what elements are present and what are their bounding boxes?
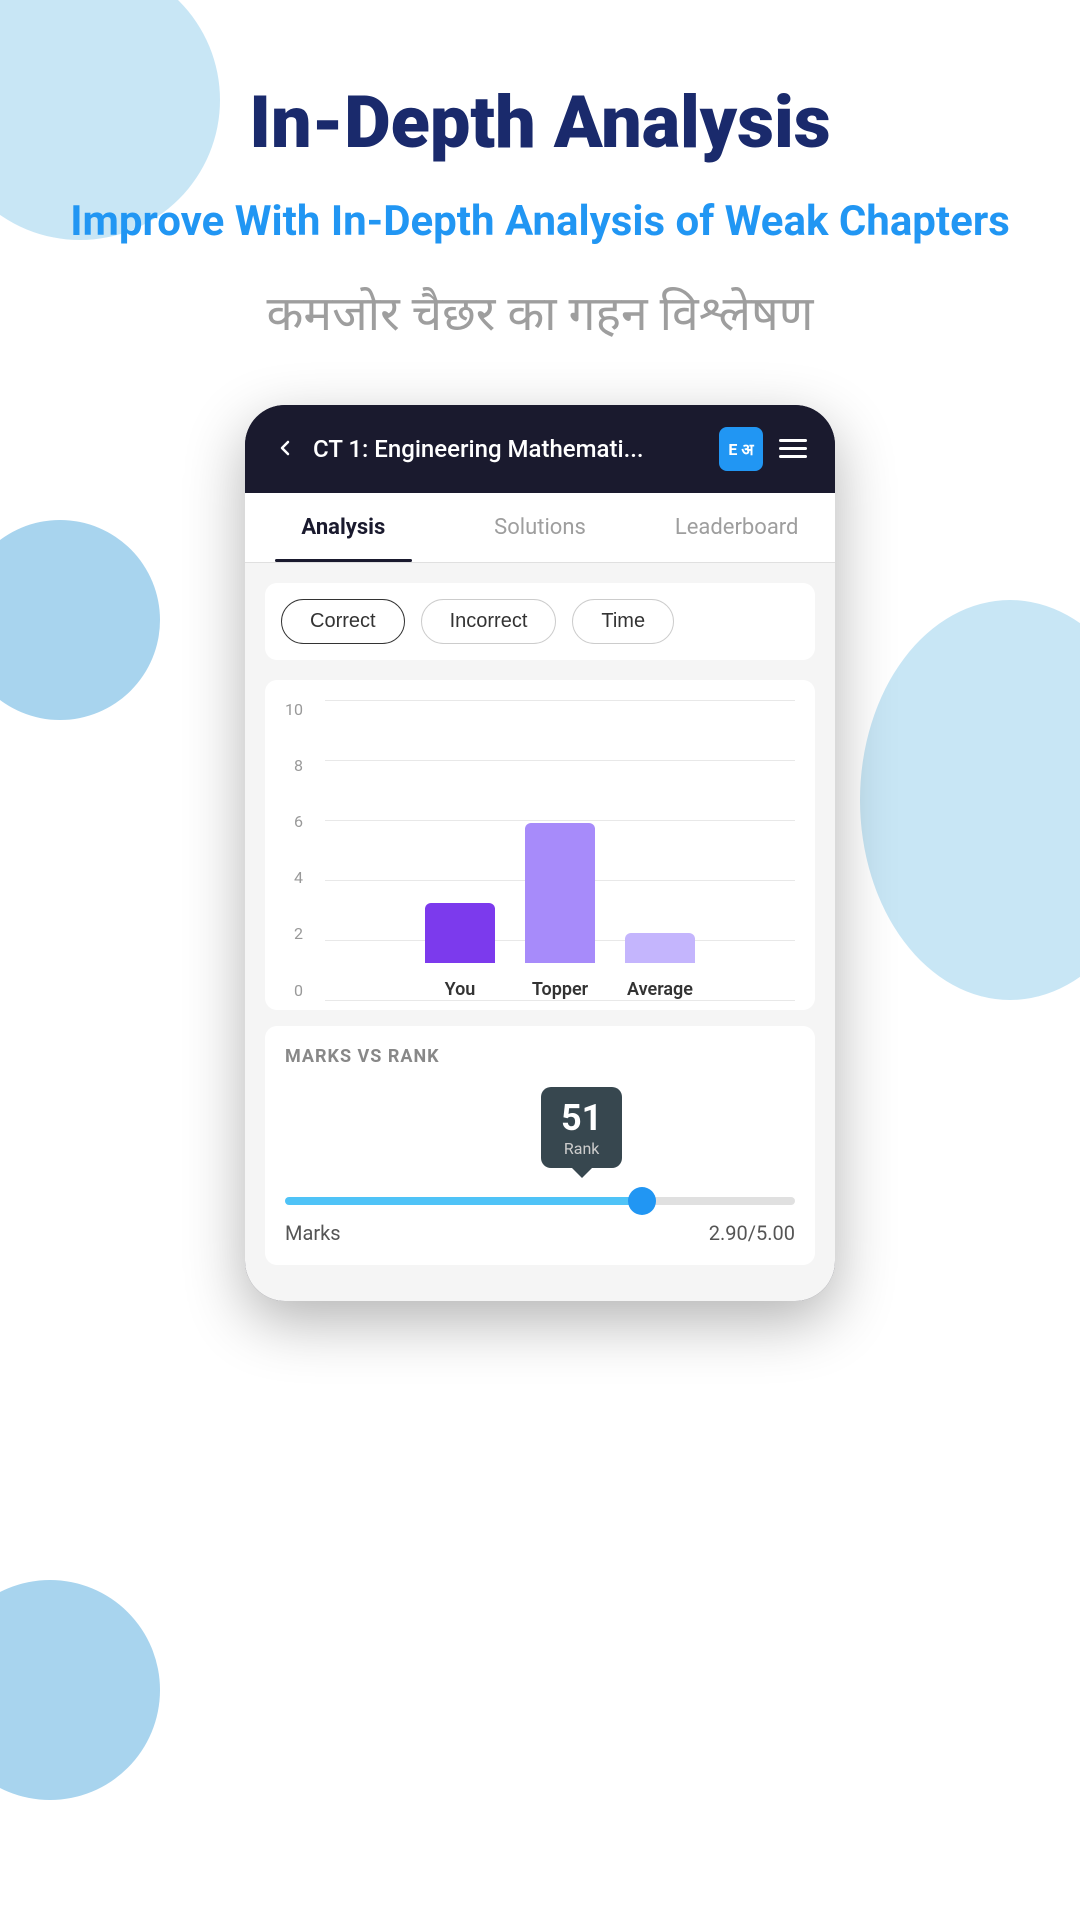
bar-average: Average: [625, 933, 695, 1000]
tab-solutions[interactable]: Solutions: [442, 493, 639, 562]
bar-you: You: [425, 903, 495, 1000]
filter-row: Correct Incorrect Time: [265, 583, 815, 660]
y-axis: 10 8 6 4 2 0: [285, 700, 311, 1000]
tab-leaderboard[interactable]: Leaderboard: [638, 493, 835, 562]
rank-label: Rank: [564, 1139, 600, 1158]
hindi-subtitle: कमजोर चैछर का गहन विश्लेषण: [267, 280, 814, 345]
y-label-4: 4: [294, 868, 303, 887]
bar-topper-label: Topper: [532, 979, 588, 1000]
bar-you-rect: [425, 903, 495, 963]
slider-container[interactable]: [285, 1197, 795, 1205]
bar-topper-rect: [525, 823, 595, 963]
y-label-10: 10: [285, 700, 303, 719]
main-title: In-Depth Analysis: [249, 80, 830, 165]
back-button[interactable]: [273, 430, 297, 468]
bar-topper: Topper: [525, 823, 595, 1000]
marks-label: Marks: [285, 1221, 341, 1245]
phone-header: CT 1: Engineering Mathemati... E अ: [245, 405, 835, 493]
app-icon: E अ: [719, 427, 763, 471]
marks-rank-title: MARKS VS RANK: [285, 1046, 795, 1067]
header-title: CT 1: Engineering Mathemati...: [313, 435, 703, 463]
rank-bubble: 51 Rank: [541, 1087, 622, 1168]
menu-button[interactable]: [779, 439, 807, 458]
chart-area: 10 8 6 4 2 0: [285, 700, 795, 1000]
bars-wrapper: You Topper Average: [325, 700, 795, 1000]
y-label-8: 8: [294, 756, 303, 775]
slider-thumb[interactable]: [628, 1187, 656, 1215]
y-label-6: 6: [294, 812, 303, 831]
tab-bar: Analysis Solutions Leaderboard: [245, 493, 835, 563]
phone-body: Correct Incorrect Time 10 8 6 4 2 0: [245, 563, 835, 1301]
filter-correct[interactable]: Correct: [281, 599, 405, 644]
bg-decoration-bottom-left: [0, 1580, 160, 1800]
subtitle: Improve With In-Depth Analysis of Weak C…: [10, 195, 1070, 250]
bar-average-label: Average: [627, 979, 693, 1000]
filter-incorrect[interactable]: Incorrect: [421, 599, 557, 644]
phone-mockup: CT 1: Engineering Mathemati... E अ Analy…: [245, 405, 835, 1301]
y-label-2: 2: [294, 924, 303, 943]
marks-rank-section: MARKS VS RANK 51 Rank: [265, 1026, 815, 1265]
filter-time[interactable]: Time: [572, 599, 674, 644]
y-label-0: 0: [294, 981, 303, 1000]
bar-you-label: You: [445, 979, 476, 1000]
marks-value: 2.90/5.00: [709, 1221, 795, 1245]
bar-average-rect: [625, 933, 695, 963]
tab-analysis[interactable]: Analysis: [245, 493, 442, 562]
marks-row: Marks 2.90/5.00: [285, 1221, 795, 1245]
rank-number: 51: [561, 1097, 602, 1139]
chart-container: 10 8 6 4 2 0: [265, 680, 815, 1010]
grid-line-bottom: [325, 1000, 795, 1001]
slider-track: [285, 1197, 795, 1205]
